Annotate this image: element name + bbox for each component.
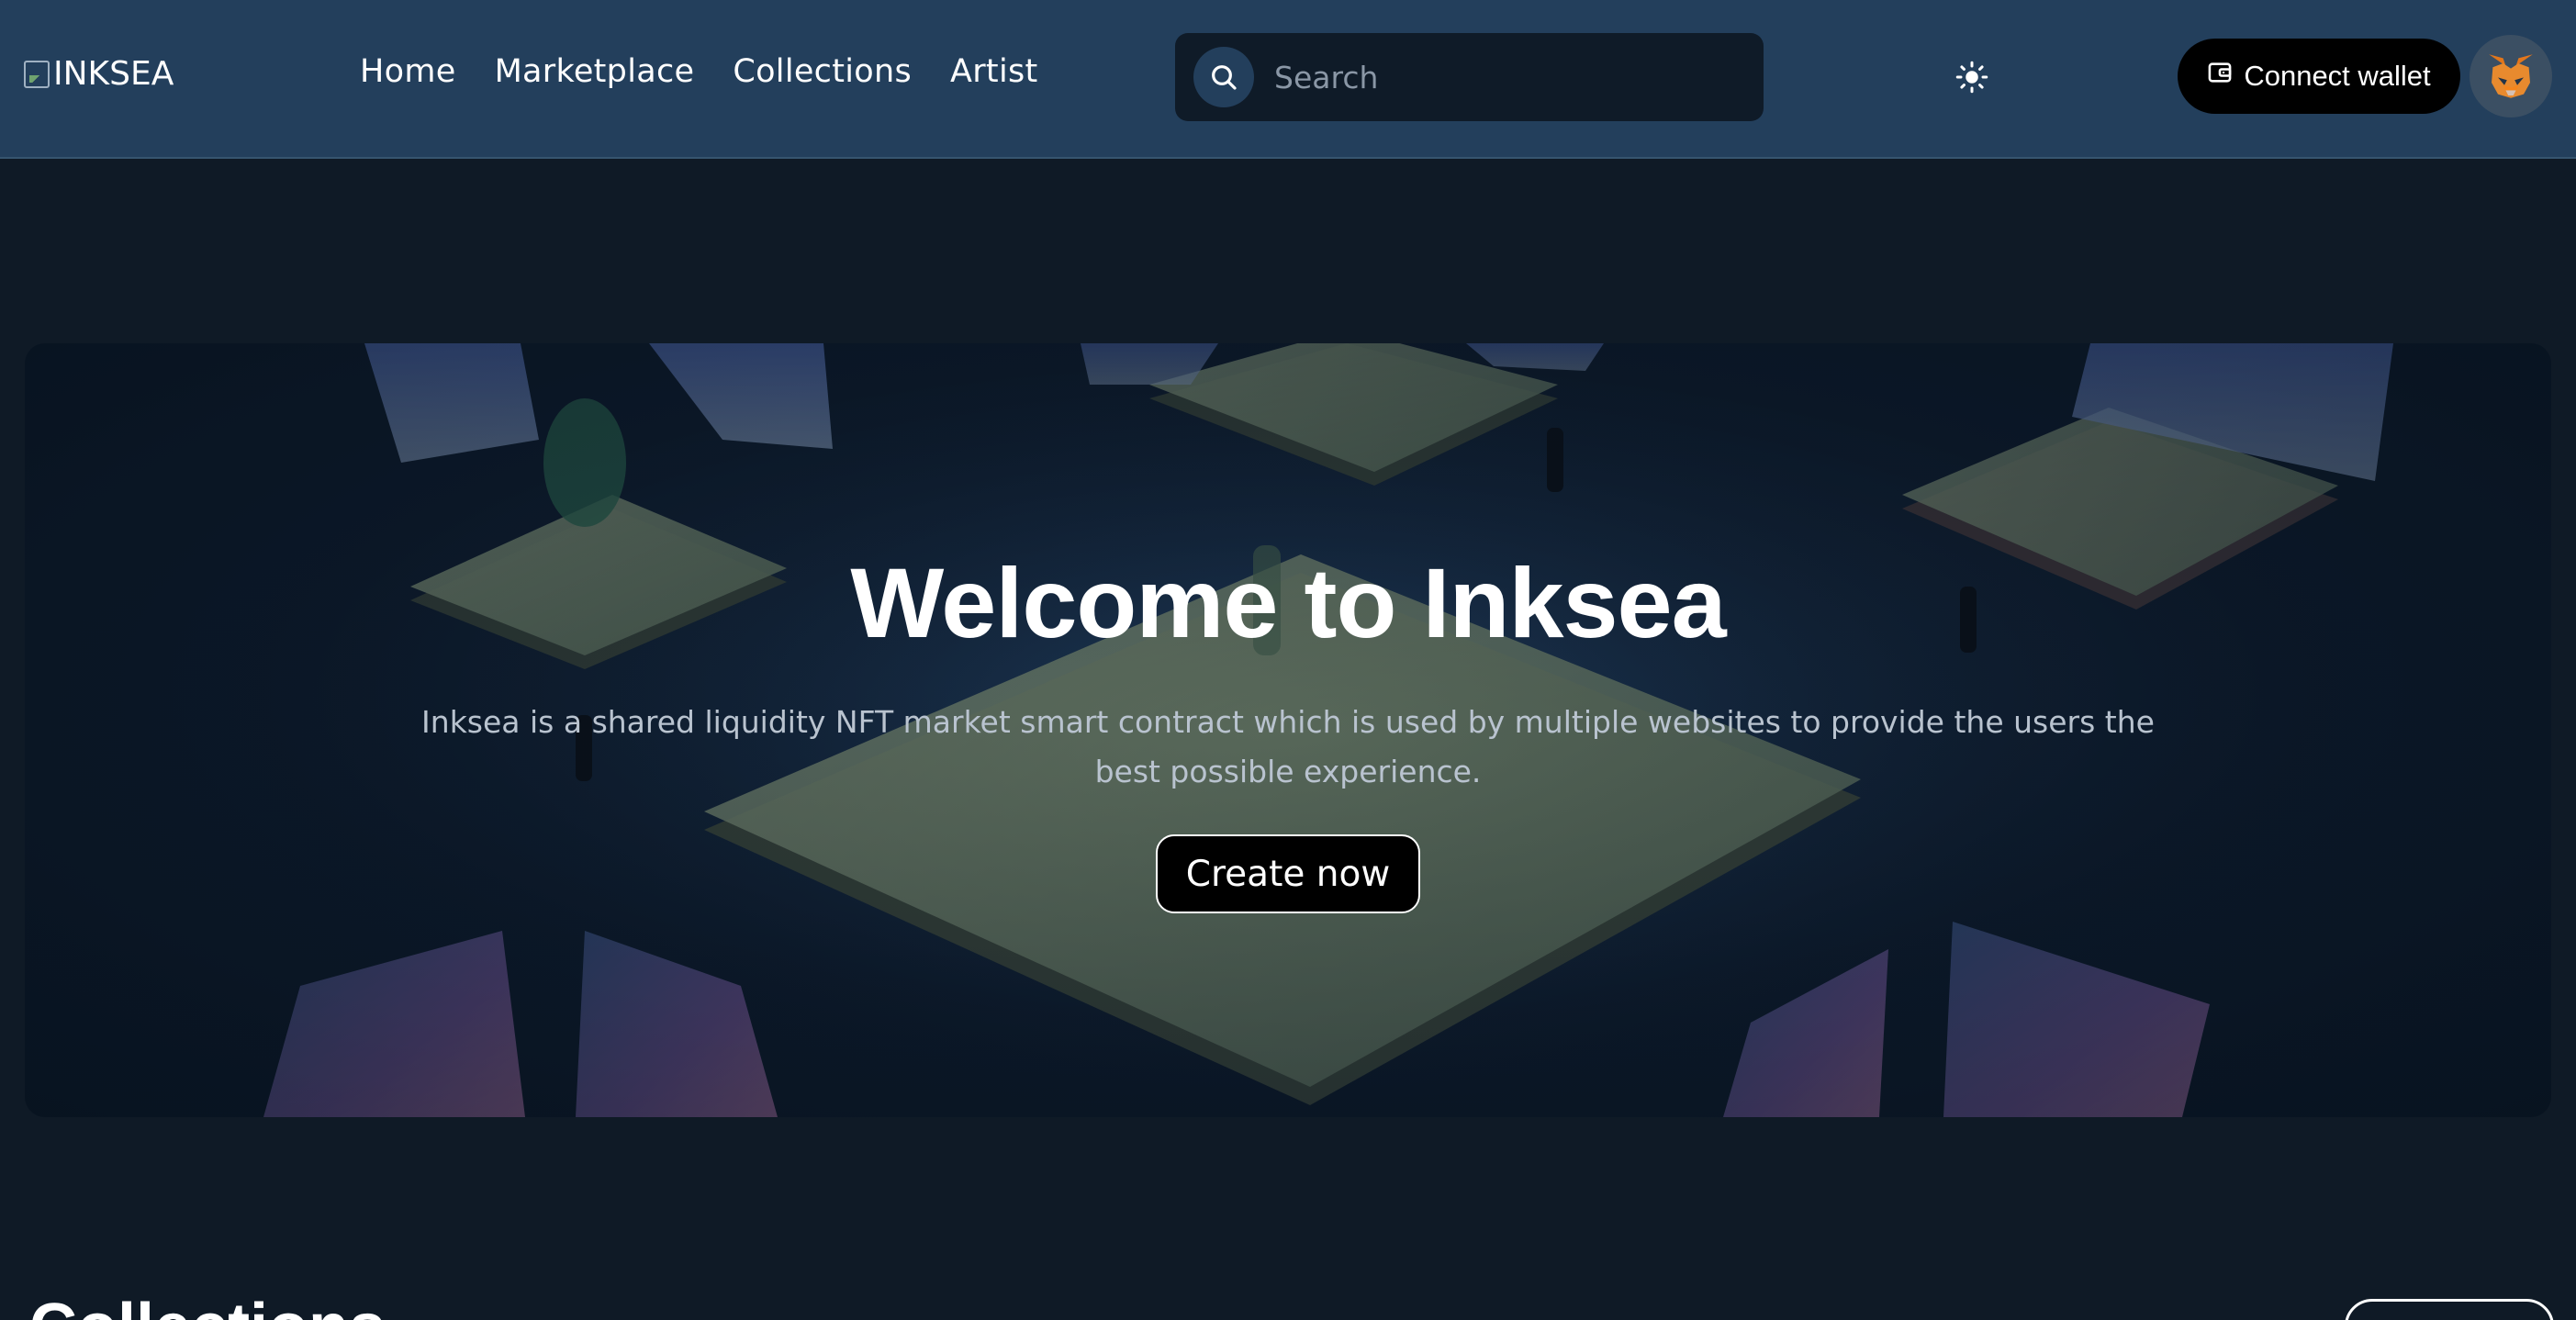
- create-now-button[interactable]: Create now: [1156, 834, 1420, 913]
- connect-wallet-button[interactable]: Connect wallet: [2178, 39, 2460, 114]
- nav-item-collections[interactable]: Collections: [733, 53, 912, 90]
- nav-item-marketplace[interactable]: Marketplace: [495, 53, 695, 90]
- connect-wallet-label: Connect wallet: [2244, 60, 2431, 92]
- hero-subtitle: Inksea is a shared liquidity NFT market …: [421, 704, 2155, 789]
- search-bar: [1175, 33, 1764, 121]
- broken-image-icon: [24, 60, 50, 88]
- avatar[interactable]: [2470, 35, 2552, 117]
- section-action-button[interactable]: [2345, 1299, 2554, 1320]
- search-input[interactable]: [1274, 59, 1715, 95]
- search-icon[interactable]: [1193, 47, 1254, 107]
- hero-title: Welcome to Inksea: [850, 547, 1726, 658]
- logo-alt-text: INKSEA: [53, 55, 174, 93]
- hero-banner: Welcome to Inksea Inksea is a shared liq…: [25, 343, 2551, 1117]
- sun-icon[interactable]: [1952, 57, 1992, 97]
- nav-item-home[interactable]: Home: [360, 53, 456, 90]
- section-title: Collections: [29, 1294, 386, 1320]
- top-navbar: INKSEA Home Marketplace Collections Arti…: [0, 0, 2576, 159]
- logo[interactable]: INKSEA: [24, 55, 174, 93]
- metamask-fox-icon: [2489, 54, 2533, 98]
- main-nav: Home Marketplace Collections Artist: [360, 53, 1038, 90]
- nav-item-artist[interactable]: Artist: [950, 53, 1038, 90]
- wallet-icon: [2207, 60, 2233, 93]
